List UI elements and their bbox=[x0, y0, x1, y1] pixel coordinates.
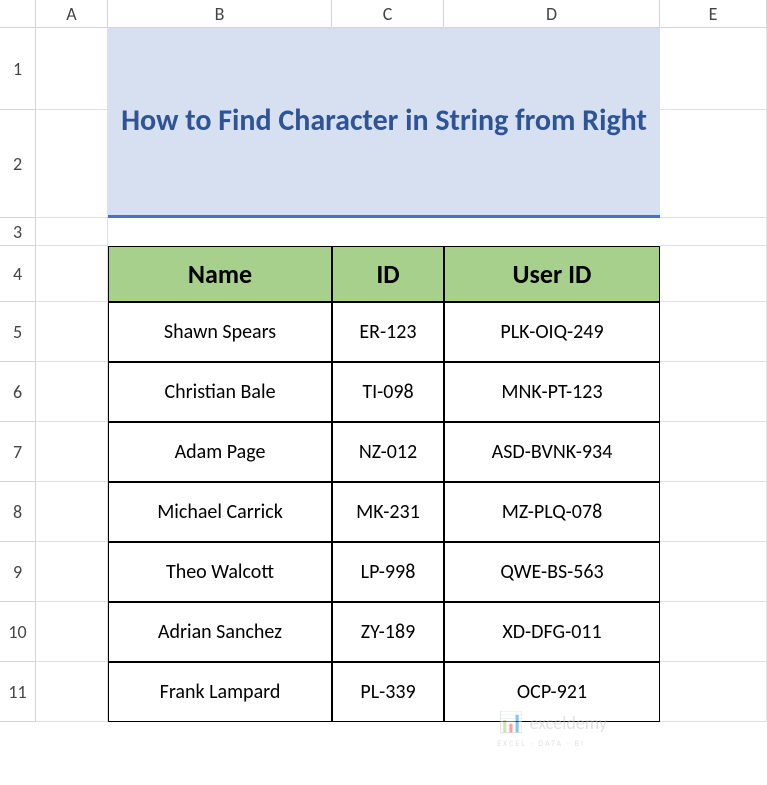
cell-b6[interactable]: Christian Bale bbox=[108, 362, 332, 422]
cell-c8[interactable]: MK-231 bbox=[332, 482, 444, 542]
row-header-3[interactable]: 3 bbox=[0, 218, 36, 246]
row-header-8[interactable]: 8 bbox=[0, 482, 36, 542]
row-header-1[interactable]: 1 bbox=[0, 28, 36, 110]
col-header-e[interactable]: E bbox=[660, 0, 767, 28]
row-header-6[interactable]: 6 bbox=[0, 362, 36, 422]
cell-e8[interactable] bbox=[660, 482, 767, 542]
cell-d7[interactable]: ASD-BVNK-934 bbox=[444, 422, 660, 482]
title-cell[interactable]: How to Find Character in String from Rig… bbox=[108, 28, 660, 218]
watermark-brand: exceldemy bbox=[530, 712, 607, 734]
cell-c7[interactable]: NZ-012 bbox=[332, 422, 444, 482]
row-header-2[interactable]: 2 bbox=[0, 110, 36, 218]
row-header-10[interactable]: 10 bbox=[0, 602, 36, 662]
cell-b5[interactable]: Shawn Spears bbox=[108, 302, 332, 362]
cell-a7[interactable] bbox=[36, 422, 108, 482]
cell-e3[interactable] bbox=[660, 218, 767, 246]
cell-d8[interactable]: MZ-PLQ-078 bbox=[444, 482, 660, 542]
row-header-7[interactable]: 7 bbox=[0, 422, 36, 482]
cell-b8[interactable]: Michael Carrick bbox=[108, 482, 332, 542]
cell-c6[interactable]: TI-098 bbox=[332, 362, 444, 422]
cell-e9[interactable] bbox=[660, 542, 767, 602]
cell-b10[interactable]: Adrian Sanchez bbox=[108, 602, 332, 662]
row-header-9[interactable]: 9 bbox=[0, 542, 36, 602]
cell-e10[interactable] bbox=[660, 602, 767, 662]
cell-c5[interactable]: ER-123 bbox=[332, 302, 444, 362]
cell-a2[interactable] bbox=[36, 110, 108, 218]
col-header-a[interactable]: A bbox=[36, 0, 108, 28]
cell-e7[interactable] bbox=[660, 422, 767, 482]
watermark-tagline: EXCEL · DATA · BI bbox=[497, 739, 585, 749]
table-header-id[interactable]: ID bbox=[332, 246, 444, 302]
cell-a4[interactable] bbox=[36, 246, 108, 302]
row-header-4[interactable]: 4 bbox=[0, 246, 36, 302]
cell-a10[interactable] bbox=[36, 602, 108, 662]
cell-e1[interactable] bbox=[660, 28, 767, 110]
cell-a11[interactable] bbox=[36, 662, 108, 722]
spreadsheet-grid: A B C D E 1 2 3 How to Find Character in… bbox=[0, 0, 767, 722]
watermark: 📊 exceldemy bbox=[499, 710, 607, 735]
cell-d6[interactable]: MNK-PT-123 bbox=[444, 362, 660, 422]
cell-e2[interactable] bbox=[660, 110, 767, 218]
row-header-11[interactable]: 11 bbox=[0, 662, 36, 722]
cell-b9[interactable]: Theo Walcott bbox=[108, 542, 332, 602]
cell-a5[interactable] bbox=[36, 302, 108, 362]
cell-a3[interactable] bbox=[36, 218, 108, 246]
table-header-userid[interactable]: User ID bbox=[444, 246, 660, 302]
cell-b7[interactable]: Adam Page bbox=[108, 422, 332, 482]
cell-e4[interactable] bbox=[660, 246, 767, 302]
row-header-5[interactable]: 5 bbox=[0, 302, 36, 362]
cell-e6[interactable] bbox=[660, 362, 767, 422]
cell-d9[interactable]: QWE-BS-563 bbox=[444, 542, 660, 602]
cell-e11[interactable] bbox=[660, 662, 767, 722]
cell-c10[interactable]: ZY-189 bbox=[332, 602, 444, 662]
cell-b11[interactable]: Frank Lampard bbox=[108, 662, 332, 722]
cell-a6[interactable] bbox=[36, 362, 108, 422]
col-header-d[interactable]: D bbox=[444, 0, 660, 28]
cell-e5[interactable] bbox=[660, 302, 767, 362]
cell-c11[interactable]: PL-339 bbox=[332, 662, 444, 722]
col-header-c[interactable]: C bbox=[332, 0, 444, 28]
cell-a8[interactable] bbox=[36, 482, 108, 542]
cell-a1[interactable] bbox=[36, 28, 108, 110]
chart-icon: 📊 bbox=[499, 710, 524, 735]
grid-corner[interactable] bbox=[0, 0, 36, 28]
table-header-name[interactable]: Name bbox=[108, 246, 332, 302]
cell-d10[interactable]: XD-DFG-011 bbox=[444, 602, 660, 662]
col-header-b[interactable]: B bbox=[108, 0, 332, 28]
cell-c9[interactable]: LP-998 bbox=[332, 542, 444, 602]
cell-d5[interactable]: PLK-OIQ-249 bbox=[444, 302, 660, 362]
cell-a9[interactable] bbox=[36, 542, 108, 602]
